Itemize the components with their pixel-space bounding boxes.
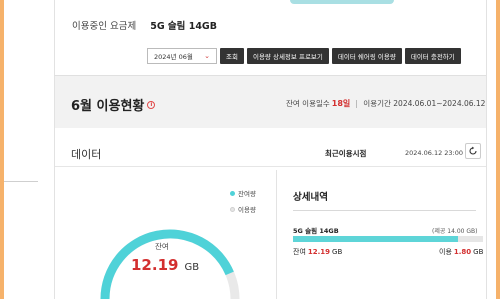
current-plan-row: 이용중인 요금제 5G 슬림 14GB <box>72 18 217 32</box>
data-section-title: 데이터 <box>71 148 102 161</box>
plan-label: 이용중인 요금제 <box>72 21 137 32</box>
remaining-days-value: 18일 <box>331 99 351 108</box>
remaining-data-gauge <box>100 229 240 299</box>
legend-remaining-dot <box>230 190 235 196</box>
detail-title-rule <box>293 210 476 211</box>
status-separator <box>356 99 358 108</box>
legend-remaining: 잔여량 <box>230 188 256 198</box>
usage-status-title: 6월 이용현황 i <box>71 95 156 114</box>
chevron-down-icon: ⌄ <box>204 52 210 60</box>
recent-usage-time: 2024.06.12 23:00 <box>405 149 464 157</box>
refresh-icon <box>469 146 477 155</box>
detail-title: 상세내역 <box>293 192 328 203</box>
usage-detail-button[interactable]: 이용량 상세정보 프로보기 <box>246 48 329 64</box>
usage-status-title-text: 6월 이용현황 <box>71 99 145 114</box>
detail-remaining-unit: GB <box>332 248 343 256</box>
gauge-remaining-number: 12.19 <box>131 256 179 274</box>
detail-plan-name: 5G 슬림 14GB <box>293 227 339 235</box>
plan-name: 5G 슬림 14GB <box>150 21 217 32</box>
search-button[interactable]: 조회 <box>220 48 244 64</box>
top-accent-stripe <box>290 0 394 4</box>
detail-remaining-row: 잔여 12.19 GB <box>293 247 342 257</box>
remaining-days-row: 잔여 이용일수 18일 이용기간 2024.06.01~2024.06.12 <box>286 98 485 109</box>
content-right-border <box>486 0 487 299</box>
month-select[interactable]: 2024년 06월 ⌄ <box>147 48 217 64</box>
data-sharing-button[interactable]: 데이터 쉐어링 이용량 <box>331 48 402 64</box>
detail-used-value: 1.80 <box>453 248 472 256</box>
detail-used-label: 이용 <box>439 248 452 256</box>
recent-usage-label: 최근이용시점 <box>325 149 367 158</box>
content-left-border <box>54 0 55 299</box>
detail-used-unit: GB <box>473 248 484 256</box>
detail-remaining-bar <box>293 236 483 242</box>
remaining-days-label: 잔여 이용일수 <box>286 99 330 108</box>
left-frame-border <box>0 0 4 299</box>
info-icon[interactable]: i <box>147 100 156 109</box>
gauge-remaining-unit: GB <box>184 262 200 273</box>
sidebar-divider <box>4 181 38 182</box>
refresh-button[interactable] <box>465 143 481 159</box>
detail-used-row: 이용 1.80 GB <box>439 247 483 257</box>
legend-remaining-label: 잔여량 <box>238 190 256 198</box>
detail-remaining-value: 12.19 <box>307 248 331 256</box>
data-section-divider <box>55 166 486 167</box>
controls-toolbar: 2024년 06월 ⌄ 조회 이용량 상세정보 프로보기 데이터 쉐어링 이용량… <box>147 48 461 64</box>
detail-remaining-bar-fill <box>293 236 459 242</box>
usage-period: 이용기간 2024.06.01~2024.06.12 <box>363 99 486 108</box>
right-frame-border <box>496 0 500 299</box>
detail-offered-amount: (제공 14.00 GB) <box>432 228 478 235</box>
detail-remaining-label: 잔여 <box>293 248 306 256</box>
data-recharge-button[interactable]: 데이터 충전하기 <box>404 48 461 64</box>
gauge-remaining-value: 12.19 GB <box>131 256 199 274</box>
month-select-value: 2024년 06월 <box>154 53 193 61</box>
gauge-remaining-label: 잔여 <box>155 242 169 251</box>
